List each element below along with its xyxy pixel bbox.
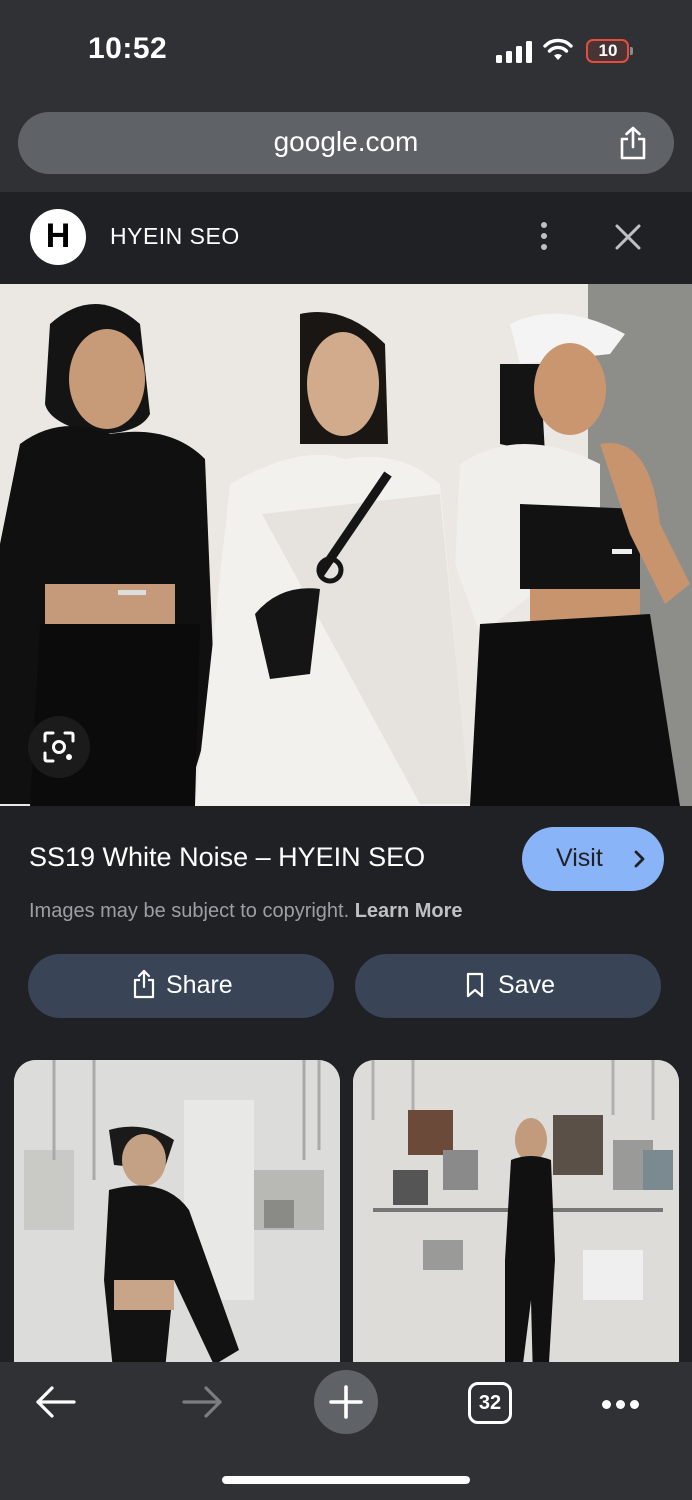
lens-button[interactable]	[28, 716, 90, 778]
tabs-count: 32	[478, 1392, 502, 1414]
learn-more-link[interactable]: Learn More	[355, 900, 463, 922]
related-image-2-graphic	[353, 1060, 679, 1380]
more-vert-icon[interactable]	[530, 219, 558, 255]
result-title[interactable]: SS19 White Noise – HYEIN SEO	[29, 842, 425, 873]
copyright-notice: Images may be subject to copyright. Lear…	[29, 900, 463, 923]
bottom-toolbar: 32	[0, 1362, 692, 1500]
battery-icon: 10	[586, 39, 634, 63]
save-button[interactable]: Save	[355, 954, 661, 1018]
site-logo: H	[30, 209, 86, 265]
related-image-1[interactable]	[14, 1060, 340, 1380]
visit-button[interactable]: Visit	[522, 827, 664, 891]
tabs-icon[interactable]: 32	[468, 1382, 512, 1424]
share-button[interactable]: Share	[28, 954, 334, 1018]
signal-icon	[496, 41, 532, 63]
status-time: 10:52	[88, 32, 168, 65]
battery-level: 10	[598, 41, 618, 60]
site-header: H HYEIN SEO	[0, 192, 692, 284]
share-label: Share	[166, 971, 233, 999]
site-name[interactable]: HYEIN SEO	[110, 223, 240, 250]
site-logo-letter: H	[45, 217, 71, 255]
status-bar: 10:52 10	[0, 0, 692, 96]
address-area: google.com	[0, 96, 692, 192]
share-icon[interactable]	[618, 126, 648, 160]
wifi-icon	[543, 38, 573, 60]
main-image[interactable]	[0, 284, 692, 806]
share-icon	[133, 969, 155, 999]
more-horiz-icon[interactable]	[602, 1396, 644, 1409]
save-label: Save	[498, 971, 555, 999]
forward-arrow-icon[interactable]	[180, 1384, 224, 1420]
copyright-text: Images may be subject to copyright.	[29, 900, 350, 922]
close-icon[interactable]	[611, 220, 645, 254]
related-image-1-graphic	[14, 1060, 340, 1380]
main-image-graphic	[0, 284, 692, 806]
address-bar[interactable]: google.com	[18, 112, 674, 174]
home-indicator	[222, 1476, 470, 1484]
plus-icon	[329, 1385, 363, 1419]
lens-icon	[43, 731, 75, 763]
related-image-2[interactable]	[353, 1060, 679, 1380]
bookmark-icon	[466, 972, 484, 998]
back-arrow-icon[interactable]	[34, 1384, 78, 1420]
url-text[interactable]: google.com	[18, 126, 674, 158]
new-tab-button[interactable]	[314, 1370, 378, 1434]
chevron-right-icon	[634, 850, 645, 868]
visit-label: Visit	[556, 844, 603, 872]
